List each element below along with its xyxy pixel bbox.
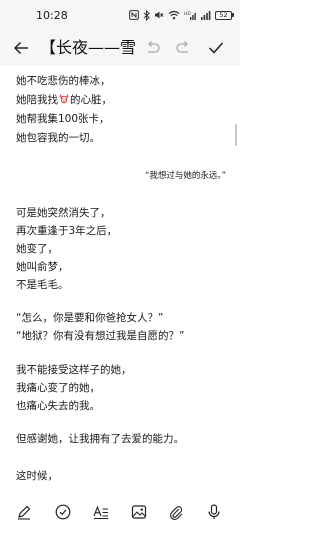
svg-text:HD: HD <box>184 11 191 17</box>
voice-input-button[interactable] <box>202 500 226 524</box>
note-line: “怎么，你是要和你爸抢女人？” <box>16 312 164 324</box>
note-line: 她陪我找 的心脏， <box>16 93 112 109</box>
note-line: “地狱？你有没有想过我是自愿的？” <box>16 330 185 342</box>
attachment-button[interactable] <box>164 500 188 524</box>
note-line: 但感谢她，让我拥有了去爱的能力。 <box>16 433 184 445</box>
note-line: 也痛心失去的我。 <box>16 400 100 412</box>
note-line: 不是毛毛。 <box>16 279 69 291</box>
text-format-icon <box>93 505 108 519</box>
mute-icon <box>155 11 164 19</box>
text-format-button[interactable] <box>89 500 113 524</box>
note-line: 她叫俞梦， <box>16 261 69 273</box>
check-icon <box>208 42 224 54</box>
signal-icon <box>201 11 211 20</box>
wifi-icon <box>168 10 180 20</box>
beast-face-emoji-icon <box>58 93 70 109</box>
handwriting-button[interactable] <box>12 500 36 524</box>
note-line: 她不吃悲伤的棒冰， <box>16 75 111 87</box>
redo-icon <box>176 41 188 53</box>
status-bar: 10:28 HD 52 <box>0 0 240 30</box>
note-line: 她帮我集100张卡， <box>16 113 110 125</box>
checklist-icon <box>55 504 71 520</box>
battery-level: 52 <box>215 10 232 20</box>
battery-icon: 52 <box>215 10 234 20</box>
note-text-segment: 她陪我找 <box>16 94 58 106</box>
microphone-icon <box>208 504 220 519</box>
note-toolbar: 【长夜——雪 <box>0 30 240 66</box>
insert-image-button[interactable] <box>127 500 151 524</box>
note-line: 我不能接受这样子的她， <box>16 364 132 376</box>
note-quote-line: “我想过与她的永远。” <box>144 171 226 181</box>
image-icon <box>131 505 147 519</box>
editor-bottom-bar <box>0 491 240 533</box>
note-line: 再次重逢于3年之后， <box>16 225 118 237</box>
pen-icon <box>18 505 31 520</box>
scrollbar-thumb[interactable] <box>235 124 237 146</box>
undo-button[interactable] <box>141 37 163 59</box>
note-line: 我痛心变了的她， <box>16 382 100 394</box>
status-icons: HD 52 <box>129 9 234 21</box>
done-button[interactable] <box>205 37 227 59</box>
redo-button[interactable] <box>173 37 195 59</box>
bluetooth-icon <box>143 9 150 21</box>
checklist-button[interactable] <box>51 500 75 524</box>
attachment-icon <box>170 506 183 520</box>
note-line: 她包容我的一切。 <box>16 132 100 144</box>
note-body[interactable]: 她不吃悲伤的棒冰， 她陪我找 的心脏， 她帮我集100张卡， 她包容我的一切。 … <box>0 66 240 491</box>
note-line: 可是她突然消失了， <box>16 207 111 219</box>
note-line: 她变了， <box>16 243 58 255</box>
note-title[interactable]: 【长夜——雪 <box>40 38 138 58</box>
undo-icon <box>148 41 160 53</box>
note-line: 这时候， <box>16 470 58 482</box>
status-time: 10:28 <box>36 9 68 22</box>
note-text-segment: 的心脏， <box>70 94 112 106</box>
hd-signal-icon: HD <box>184 11 196 20</box>
back-arrow-icon <box>13 41 28 55</box>
back-button[interactable] <box>10 37 32 59</box>
nfc-icon <box>129 10 139 20</box>
